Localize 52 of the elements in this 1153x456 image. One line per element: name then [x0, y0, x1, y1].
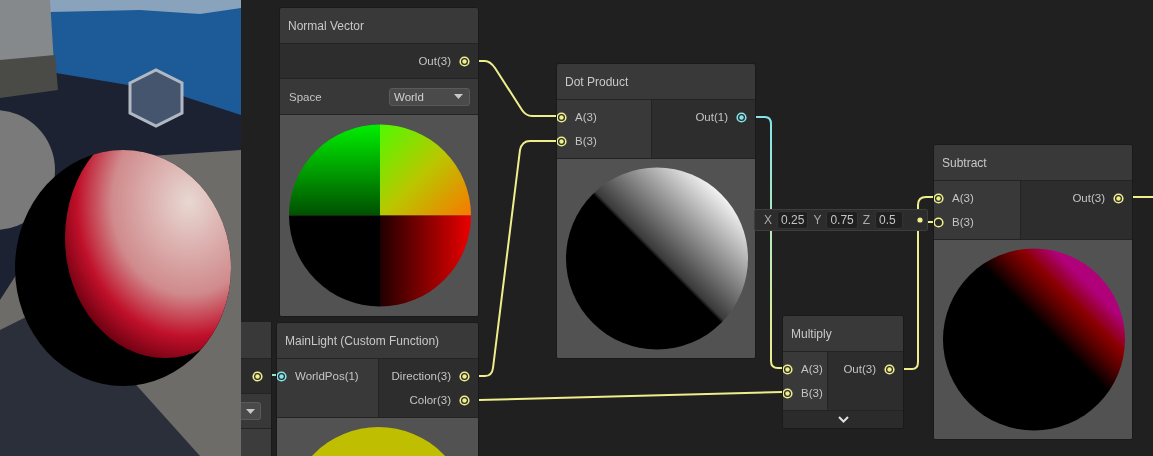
port-label: A(3)	[801, 363, 823, 375]
connector-dot	[917, 217, 923, 223]
port-icon[interactable]	[1113, 192, 1124, 204]
node-card[interactable]	[241, 322, 272, 456]
port-label: B(3)	[801, 387, 823, 399]
dropdown[interactable]	[241, 402, 261, 420]
caret-icon	[246, 408, 255, 414]
axis-label: Z	[862, 213, 871, 227]
port-icon[interactable]	[934, 192, 944, 204]
wire	[1132, 196, 1153, 198]
node-card[interactable]: Multiply A(3) B(3) Out(3)	[782, 315, 904, 429]
port-label: A(3)	[575, 111, 597, 123]
port-label: Out(3)	[418, 55, 451, 67]
dropdown[interactable]: World	[389, 87, 470, 106]
port-icon[interactable]	[459, 394, 470, 406]
port-label: Color(3)	[409, 394, 451, 406]
port-icon[interactable]	[557, 135, 567, 147]
node-card[interactable]: Normal Vector Out(3) Space World	[279, 7, 479, 317]
node-title: MainLight (Custom Function)	[277, 323, 478, 359]
port-icon[interactable]	[459, 55, 470, 67]
port-label: B(3)	[952, 216, 974, 228]
node-card[interactable]: Subtract A(3) B(3) Out(3)	[933, 144, 1133, 440]
port-label: Direction(3)	[391, 370, 451, 382]
node-title: Subtract	[934, 145, 1132, 181]
port-icon[interactable]	[252, 370, 263, 382]
port-icon[interactable]	[736, 111, 747, 123]
port-icon[interactable]	[934, 216, 944, 228]
port-label: A(3)	[952, 192, 974, 204]
number-field[interactable]: 0.75	[826, 211, 858, 229]
node-title: Multiply	[783, 316, 903, 352]
port-icon[interactable]	[459, 370, 470, 382]
port-icon[interactable]	[884, 363, 895, 375]
node-title: Dot Product	[557, 64, 755, 100]
port-icon[interactable]	[277, 370, 287, 382]
number-field[interactable]: 0.5	[875, 211, 904, 229]
node-card[interactable]: Dot Product A(3) B(3) Out(1)	[556, 63, 756, 359]
port-label: WorldPos(1)	[295, 370, 359, 382]
port-icon[interactable]	[783, 363, 793, 375]
control-label: Space	[289, 90, 322, 103]
chevron-down-icon	[837, 416, 849, 423]
port-icon[interactable]	[783, 387, 793, 399]
node-title: Normal Vector	[280, 8, 478, 44]
node-card[interactable]: MainLight (Custom Function) WorldPos(1) Direction(3) Color(3)	[276, 322, 479, 456]
port-label: Out(3)	[1072, 192, 1105, 204]
axis-label: Y	[813, 213, 822, 227]
axis-label: X	[764, 213, 772, 227]
port-label: Out(3)	[843, 363, 876, 375]
port-icon[interactable]	[557, 111, 567, 123]
port-label: B(3)	[575, 135, 597, 147]
number-field[interactable]: 0.25	[777, 211, 809, 229]
port-label: Out(1)	[695, 111, 728, 123]
caret-icon	[454, 94, 463, 99]
